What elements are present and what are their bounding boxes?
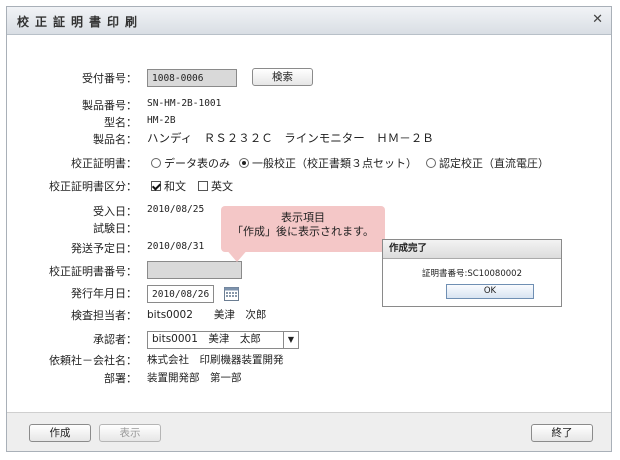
received-label: 受入日：	[93, 205, 137, 218]
close-icon[interactable]: ✕	[592, 12, 603, 27]
radio-data-table-only[interactable]: データ表のみ	[151, 155, 230, 171]
department-value: 装置開発部 第一部	[147, 372, 242, 384]
checkbox-japanese[interactable]: 和文	[151, 178, 186, 194]
popup-title: 作成完了	[383, 240, 561, 259]
cert-lang-checkbox-group: 和文 英文	[151, 178, 242, 194]
radio-icon[interactable]	[239, 158, 249, 168]
cert-type-label: 校正証明書：	[71, 157, 137, 170]
inspector-value: bits0002 美津 次郎	[147, 309, 267, 321]
issue-date-label: 発行年月日：	[71, 287, 137, 300]
creation-complete-popup: 作成完了 証明書番号:SC10080002 OK	[382, 239, 562, 307]
radio-label: データ表のみ	[164, 157, 230, 170]
product-no-label: 製品番号：	[82, 99, 137, 112]
tooltip-pointer	[225, 248, 249, 262]
model-label: 型名：	[104, 116, 137, 129]
tooltip-line-2: 「作成」後に表示されます。	[232, 225, 374, 238]
approver-label: 承認者：	[93, 333, 137, 346]
model-value: HM-2B	[147, 115, 176, 126]
cert-no-input[interactable]	[147, 261, 242, 279]
radio-accredited-calibration[interactable]: 認定校正（直流電圧）	[426, 155, 549, 171]
tooltip-line-1: 表示項目	[281, 211, 325, 224]
approver-selected-value: bits0001 美津 太郎	[152, 333, 261, 345]
create-button[interactable]: 作成	[29, 424, 91, 442]
search-button[interactable]: 検索	[252, 68, 313, 86]
ship-date-label: 発送予定日：	[71, 242, 137, 255]
radio-label: 一般校正（校正書類３点セット）	[252, 157, 417, 170]
client-company-value: 株式会社 印刷機器装置開発	[147, 354, 284, 366]
checkbox-english[interactable]: 英文	[198, 178, 233, 194]
title-bar: 校正証明書印刷 ✕	[7, 7, 611, 35]
tested-label: 試験日：	[93, 222, 137, 235]
product-name-value: ハンディ ＲＳ２３２Ｃ ラインモニター ＨＭ－２Ｂ	[147, 131, 434, 145]
reception-no-input[interactable]: 1008-0006	[147, 69, 237, 87]
department-label: 部署：	[104, 372, 137, 385]
cert-no-label: 校正証明書番号：	[49, 265, 137, 278]
dialog-title: 校正証明書印刷	[17, 15, 144, 29]
inspector-label: 検査担当者：	[71, 309, 137, 322]
calendar-icon[interactable]	[224, 286, 239, 301]
issue-date-input[interactable]: 2010/08/26	[147, 285, 214, 303]
radio-label: 認定校正（直流電圧）	[439, 157, 549, 170]
chevron-down-icon[interactable]: ▼	[283, 332, 298, 348]
ship-date-value: 2010/08/31	[147, 241, 205, 252]
checkbox-icon[interactable]	[198, 181, 208, 191]
print-certificate-dialog: 校正証明書印刷 ✕ 受付番号： 1008-0006 検索 製品番号： SN-HM…	[6, 6, 612, 452]
product-no-value: SN-HM-2B-1001	[147, 98, 222, 109]
popup-ok-button[interactable]: OK	[446, 284, 534, 299]
info-tooltip: 表示項目 「作成」後に表示されます。	[221, 206, 385, 262]
radio-icon[interactable]	[151, 158, 161, 168]
radio-icon[interactable]	[426, 158, 436, 168]
checkbox-label: 和文	[164, 180, 186, 193]
radio-general-calibration[interactable]: 一般校正（校正書類３点セット）	[239, 155, 417, 171]
cert-type-radio-group: データ表のみ 一般校正（校正書類３点セット） 認定校正（直流電圧）	[151, 155, 558, 171]
checkbox-label: 英文	[211, 180, 233, 193]
display-button[interactable]: 表示	[99, 424, 161, 442]
exit-button[interactable]: 終了	[531, 424, 593, 442]
reception-no-label: 受付番号：	[82, 72, 137, 85]
client-company-label: 依頼社－会社名：	[49, 354, 137, 367]
dialog-footer: 作成 表示 終了	[7, 412, 611, 451]
received-value: 2010/08/25	[147, 204, 205, 215]
cert-lang-label: 校正証明書区分：	[49, 180, 137, 193]
checkbox-icon[interactable]	[151, 181, 161, 191]
approver-select[interactable]: bits0001 美津 太郎 ▼	[147, 331, 299, 349]
popup-message: 証明書番号:SC10080002	[422, 269, 522, 279]
product-name-label: 製品名：	[93, 133, 137, 146]
